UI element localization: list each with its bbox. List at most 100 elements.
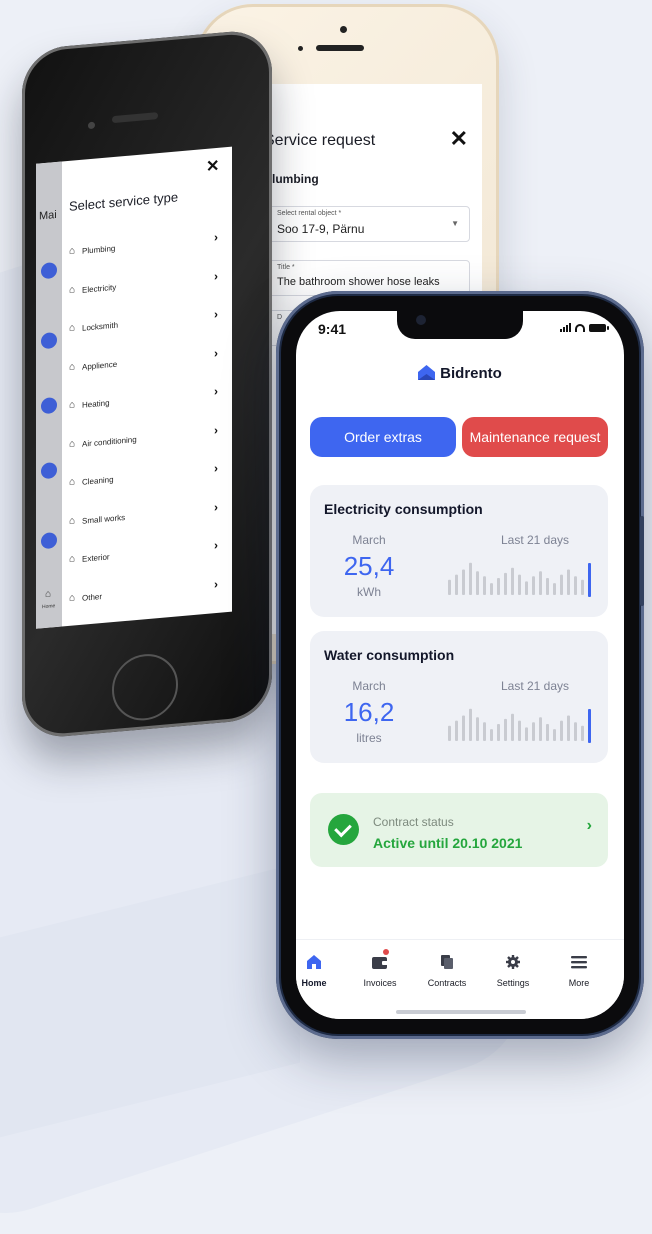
consumption-bar xyxy=(525,581,528,595)
service-item[interactable]: ⌂ Locksmith › xyxy=(69,306,229,340)
consumption-bar xyxy=(511,713,514,741)
service-item[interactable]: ⌂ Exterior › xyxy=(69,537,229,571)
water-card[interactable]: Water consumption March 16,2 litres Last… xyxy=(310,631,608,763)
service-item[interactable]: ⌂ Heating › xyxy=(69,383,229,417)
sensor xyxy=(298,46,303,51)
tab-label: Invoices xyxy=(363,978,397,988)
select-service-title: Select service type xyxy=(69,189,179,214)
house-icon: ⌂ xyxy=(69,245,76,257)
background-title: Mai xyxy=(39,208,57,223)
consumption-bar xyxy=(532,576,535,595)
notch xyxy=(397,311,523,339)
consumption-bar xyxy=(490,583,493,595)
home-button[interactable] xyxy=(112,651,178,724)
consumption-bar xyxy=(469,708,472,741)
wallet-icon xyxy=(372,957,388,969)
electricity-month: March xyxy=(352,533,386,547)
consumption-bar xyxy=(497,724,500,741)
service-item[interactable]: ⌂ Plumbing › xyxy=(69,229,229,263)
close-icon[interactable]: ✕ xyxy=(450,126,468,152)
wifi-icon xyxy=(575,324,585,332)
electricity-title: Electricity consumption xyxy=(324,501,483,517)
field-label: Title * xyxy=(277,264,295,271)
consumption-bar xyxy=(448,579,451,595)
brand-logo: Bidrento xyxy=(296,365,624,382)
tab-label: Contracts xyxy=(427,978,467,988)
consumption-bar xyxy=(462,569,465,595)
consumption-bar xyxy=(462,715,465,741)
nav-home-label: Home xyxy=(42,603,56,611)
field-label: D xyxy=(277,314,283,321)
documents-icon xyxy=(441,955,453,969)
status-icons xyxy=(560,323,609,332)
chevron-right-icon: › xyxy=(214,576,218,591)
camera xyxy=(340,26,347,33)
house-icon: ⌂ xyxy=(69,437,76,450)
home-icon[interactable]: ⌂ xyxy=(45,588,51,600)
brand-name: Bidrento xyxy=(440,365,502,382)
tab-settings[interactable]: Settings xyxy=(483,952,543,988)
chevron-right-icon: › xyxy=(214,537,218,553)
service-circle-icon xyxy=(41,461,57,480)
service-item[interactable]: ⌂ Small works › xyxy=(69,498,229,532)
chevron-right-icon: › xyxy=(214,306,218,322)
chevron-right-icon: › xyxy=(214,499,218,514)
consumption-bar xyxy=(483,576,486,595)
tab-home[interactable]: Home xyxy=(296,952,344,988)
service-request-title: Service request xyxy=(264,132,376,149)
tab-contracts[interactable]: Contracts xyxy=(417,952,477,988)
house-icon: ⌂ xyxy=(69,591,76,604)
service-label: Locksmith xyxy=(82,320,119,333)
service-item[interactable]: ⌂ Air conditioning › xyxy=(69,421,229,455)
chevron-right-icon: › xyxy=(214,383,218,399)
consumption-bar xyxy=(448,725,451,741)
tab-label: More xyxy=(568,978,590,988)
maintenance-request-button[interactable]: Maintenance request xyxy=(462,417,608,457)
consumption-bar xyxy=(518,720,521,741)
rental-object-select[interactable]: Select rental object * Soo 17-9, Pärnu ▼ xyxy=(268,206,470,242)
order-extras-button[interactable]: Order extras xyxy=(310,417,456,457)
service-label: Electricity xyxy=(82,282,117,295)
left-phone: Mai ⌂ Home ✕ Select service type ⌂ Plumbi… xyxy=(22,28,272,741)
service-item[interactable]: ⌂ Electricity › xyxy=(69,267,229,301)
house-icon: ⌂ xyxy=(69,360,76,373)
status-time: 9:41 xyxy=(318,321,347,337)
close-icon[interactable]: ✕ xyxy=(206,156,219,177)
consumption-bar xyxy=(546,578,549,595)
electricity-value: 25,4 xyxy=(343,551,395,581)
consumption-bar xyxy=(581,579,584,595)
service-item[interactable]: ⌂ Cleaning › xyxy=(69,460,229,494)
consumption-bar xyxy=(497,578,500,595)
house-icon: ⌂ xyxy=(69,322,76,334)
tab-more[interactable]: More xyxy=(549,952,609,988)
water-month: March xyxy=(352,679,386,693)
service-label: Plumbing xyxy=(82,243,116,256)
consumption-bar xyxy=(560,720,563,741)
chevron-right-icon: › xyxy=(586,817,592,834)
service-item[interactable]: ⌂ Applience › xyxy=(69,344,229,378)
house-icon: ⌂ xyxy=(69,553,76,565)
consumption-bar xyxy=(476,571,479,595)
consumption-bar xyxy=(539,571,542,595)
consumption-bar xyxy=(511,567,514,595)
electricity-card[interactable]: Electricity consumption March 25,4 kWh L… xyxy=(310,485,608,617)
field-value: Soo 17-9, Pärnu xyxy=(277,222,365,236)
consumption-bar xyxy=(539,717,542,741)
consumption-bar xyxy=(574,576,577,595)
consumption-bar xyxy=(560,574,563,595)
consumption-bar xyxy=(504,718,507,741)
consumption-bar xyxy=(532,722,535,741)
consumption-bar xyxy=(581,725,584,741)
electricity-bar-chart xyxy=(448,562,591,597)
tab-label: Home xyxy=(301,978,327,988)
contract-status-card[interactable]: Contract status Active until 20.10 2021 … xyxy=(310,793,608,867)
bidrento-logo-icon xyxy=(418,365,436,380)
tab-invoices[interactable]: Invoices xyxy=(350,949,410,988)
chevron-right-icon: › xyxy=(214,422,218,437)
consumption-bar xyxy=(525,727,528,741)
service-label: Exterior xyxy=(82,552,110,564)
service-item[interactable]: ⌂ Other › xyxy=(69,575,229,609)
consumption-bar xyxy=(553,583,556,595)
speaker xyxy=(112,112,158,124)
contract-status-value: Active until 20.10 2021 xyxy=(373,835,523,851)
